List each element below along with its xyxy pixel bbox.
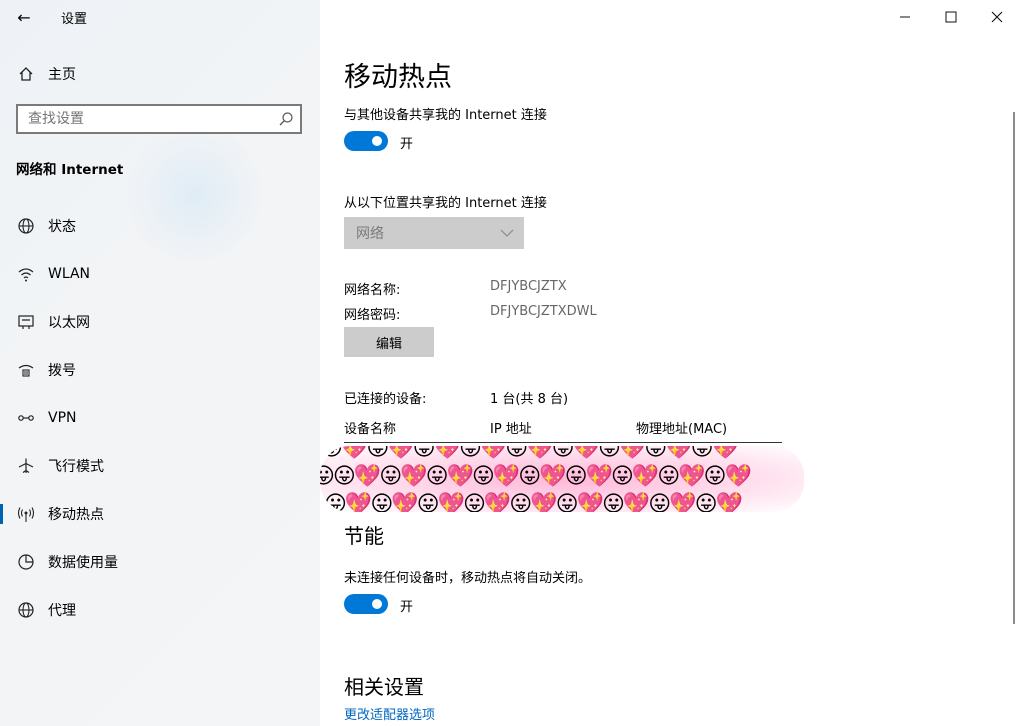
connected-label: 已连接的设备: — [344, 392, 427, 407]
main-content: 移动热点 与其他设备共享我的 Internet 连接 开 从以下位置共享我的 I… — [320, 0, 1004, 726]
globe-status-icon — [16, 216, 36, 236]
sidebar-item-label: 拨号 — [48, 363, 76, 379]
connected-value: 1 台(共 8 台) — [490, 392, 569, 407]
share-toggle-state: 开 — [400, 137, 414, 152]
share-toggle[interactable] — [344, 131, 388, 151]
power-saving-desc: 未连接任何设备时，移动热点将自动关闭。 — [344, 571, 592, 586]
sidebar-item-proxy[interactable]: 代理 — [0, 586, 320, 634]
page-title: 移动热点 — [344, 62, 452, 93]
power-saving-toggle[interactable] — [344, 594, 388, 614]
column-device-name: 设备名称 — [344, 422, 397, 437]
network-name-label: 网络名称: — [344, 283, 401, 298]
hotspot-icon — [16, 504, 36, 524]
sidebar-item-wlan[interactable]: WLAN — [0, 250, 320, 298]
scrollbar[interactable] — [1013, 112, 1015, 624]
column-mac-address: 物理地址(MAC) — [636, 422, 728, 437]
power-saving-title: 节能 — [344, 524, 384, 548]
sidebar-item-label: 以太网 — [48, 315, 90, 331]
sidebar: ← 设置 主页 网络和 Internet 状态 WLAN — [0, 0, 320, 726]
sidebar-item-data-usage[interactable]: 数据使用量 — [0, 538, 320, 586]
toggle-knob — [372, 599, 382, 609]
sidebar-item-label: 飞行模式 — [48, 459, 104, 475]
sidebar-item-label: 移动热点 — [48, 507, 104, 523]
share-from-dropdown[interactable]: 网络 — [344, 217, 524, 249]
sidebar-item-hotspot[interactable]: 移动热点 — [0, 490, 320, 538]
wifi-icon — [16, 264, 36, 284]
sidebar-item-status[interactable]: 状态 — [0, 202, 320, 250]
related-settings-title: 相关设置 — [344, 675, 424, 699]
sidebar-item-label: VPN — [48, 410, 77, 426]
vpn-icon — [16, 408, 36, 428]
search-input[interactable] — [18, 106, 268, 132]
emoji-redaction-overlay: 😛💖😛💖😛💖😛💖😛💖😛💖😛💖😛💖😛💖 😛😛💖😛💖😛💖😛💖😛💖😛💖😛💖😛💖😛💖 😛… — [320, 446, 804, 512]
network-password-value: DFJYBCJZTXDWL — [490, 304, 597, 319]
share-from-value: 网络 — [356, 226, 384, 242]
home-label: 主页 — [48, 67, 76, 83]
column-ip-address: IP 地址 — [490, 422, 532, 437]
airplane-icon — [16, 456, 36, 476]
sidebar-item-vpn[interactable]: VPN — [0, 394, 320, 442]
data-usage-icon — [16, 552, 36, 572]
chevron-down-icon — [500, 225, 514, 241]
share-label: 与其他设备共享我的 Internet 连接 — [344, 108, 547, 123]
sidebar-item-label: 代理 — [48, 603, 76, 619]
toggle-knob — [372, 136, 382, 146]
home-icon — [16, 64, 36, 84]
sidebar-item-home[interactable]: 主页 — [16, 64, 76, 84]
sidebar-item-ethernet[interactable]: 以太网 — [0, 298, 320, 346]
sidebar-item-label: 状态 — [48, 219, 76, 235]
power-saving-toggle-state: 开 — [400, 600, 414, 615]
globe-proxy-icon — [16, 600, 36, 620]
back-arrow-icon: ← — [17, 7, 31, 27]
sidebar-item-dialup[interactable]: 拨号 — [0, 346, 320, 394]
share-from-label: 从以下位置共享我的 Internet 连接 — [344, 196, 547, 211]
sidebar-item-airplane[interactable]: 飞行模式 — [0, 442, 320, 490]
edit-button[interactable]: 编辑 — [344, 327, 434, 357]
back-button[interactable]: ← — [10, 6, 38, 28]
sidebar-item-label: 数据使用量 — [48, 555, 118, 571]
dialup-icon — [16, 360, 36, 380]
sidebar-item-label: WLAN — [48, 266, 91, 282]
search-box[interactable] — [16, 104, 302, 134]
sidebar-nav: 状态 WLAN 以太网 拨号 VPN 飞行模式 移动热点 数据使用量 代理 — [0, 202, 320, 634]
section-title: 网络和 Internet — [16, 162, 124, 178]
window-title: 设置 — [61, 12, 88, 27]
ethernet-icon — [16, 312, 36, 332]
search-icon[interactable] — [278, 111, 294, 127]
network-password-label: 网络密码: — [344, 308, 401, 323]
network-name-value: DFJYBCJZTX — [490, 279, 567, 294]
change-adapter-options-link[interactable]: 更改适配器选项 — [344, 704, 435, 723]
device-table-header: 设备名称 IP 地址 物理地址(MAC) — [344, 416, 782, 443]
